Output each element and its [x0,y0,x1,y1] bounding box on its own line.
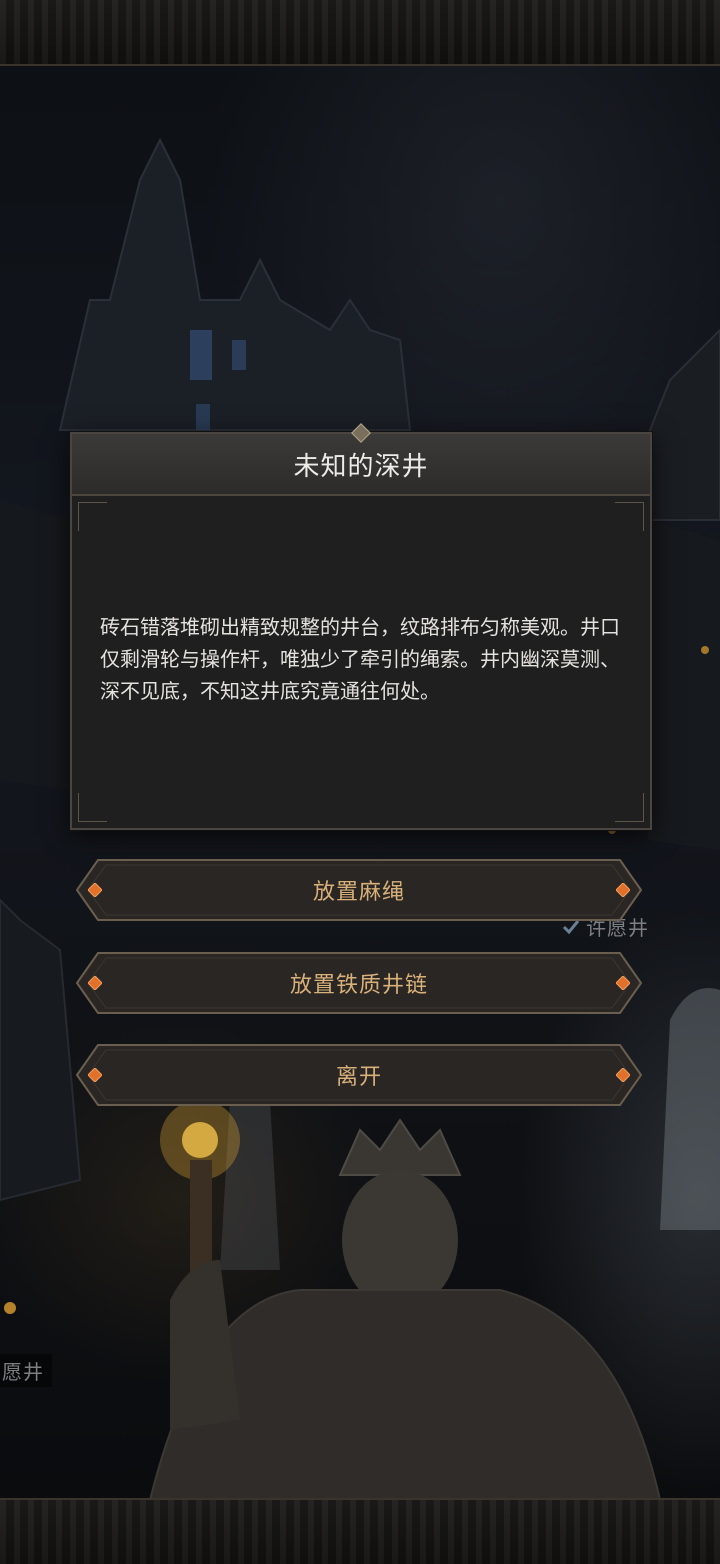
event-dialog: 未知的深井 砖石错落堆砌出精致规整的井台，纹路排布匀称美观。井口仅剩滑轮与操作杆… [70,423,652,830]
option-label: 离开 [335,1065,382,1090]
game-screen: 许愿井 愿井 未知的深井 砖石错落堆砌出精致规整的井台，纹路排布匀称美观。井口仅… [0,0,720,1564]
option-label: 放置铁质井链 [289,973,428,998]
option-label: 放置麻绳 [312,880,405,905]
bottom-frame [0,1498,720,1564]
map-marker-label: 愿井 [2,1360,44,1384]
dialog-header: 未知的深井 [72,423,650,496]
map-marker-well-left[interactable]: 愿井 [0,1354,52,1387]
dialog-description: 砖石错落堆砌出精致规整的井台，纹路排布匀称美观。井口仅剩滑轮与操作杆，唯独少了牵… [100,615,620,703]
top-frame [0,0,720,66]
option-place-iron-chain-button[interactable]: 放置铁质井链 [76,952,642,1014]
option-leave-button[interactable]: 离开 [76,1044,642,1106]
option-place-rope-button[interactable]: 放置麻绳 [76,859,642,921]
dialog-body: 砖石错落堆砌出精致规整的井台，纹路排布匀称美观。井口仅剩滑轮与操作杆，唯独少了牵… [100,494,628,828]
dialog-title: 未知的深井 [293,451,429,482]
